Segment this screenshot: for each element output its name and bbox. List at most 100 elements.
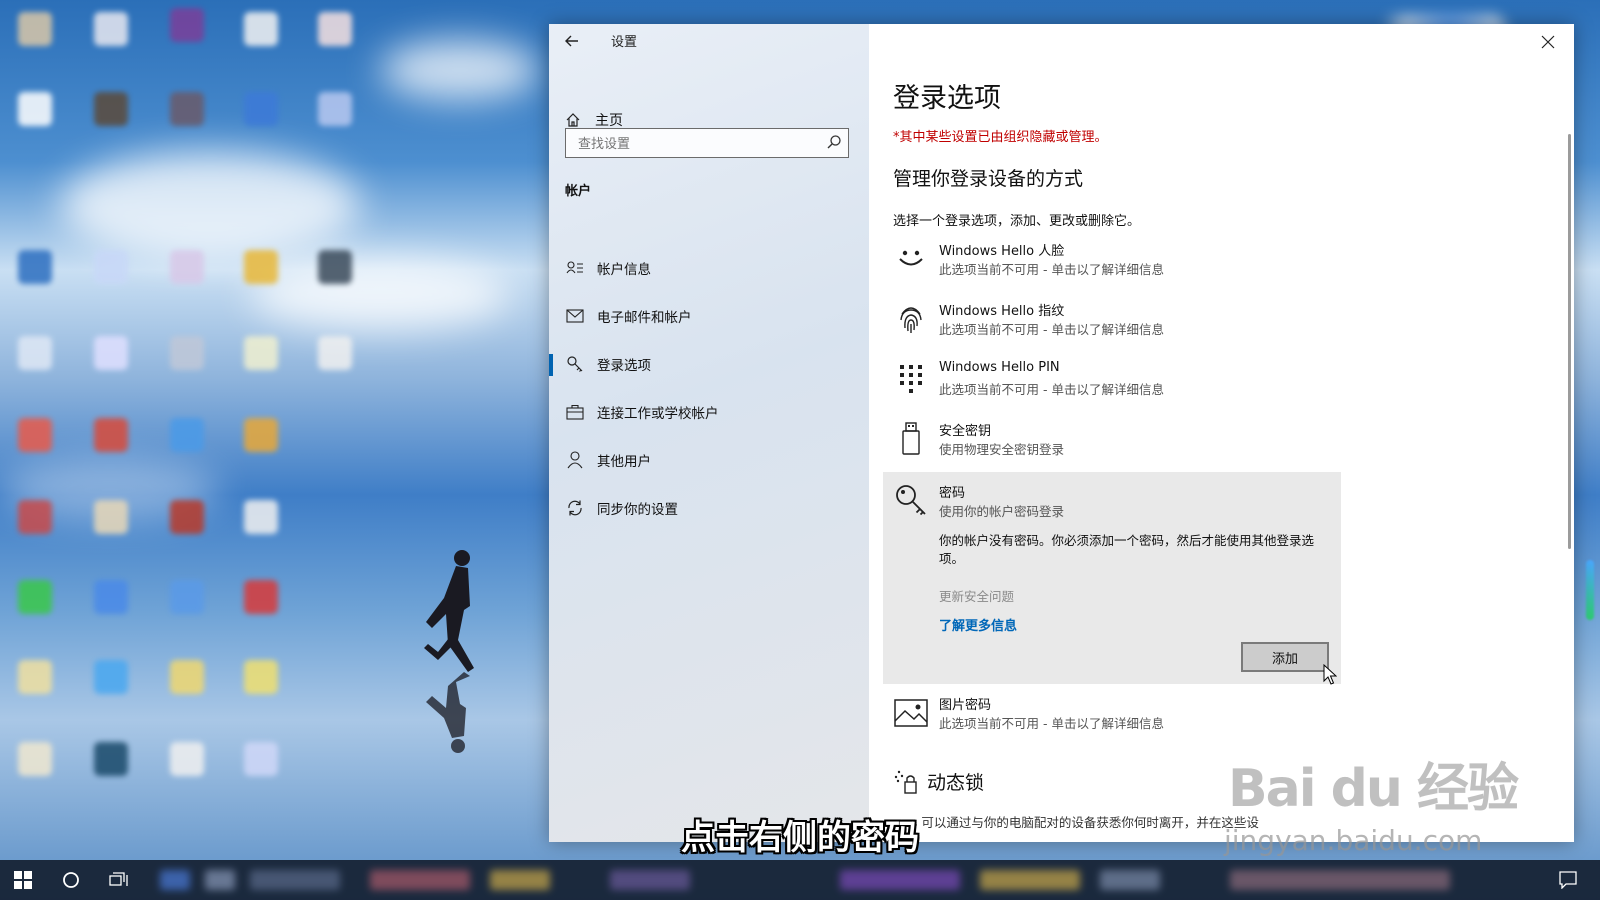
close-icon (1541, 35, 1555, 49)
sidebar-item-work-school[interactable]: 连接工作或学校帐户 (549, 392, 869, 432)
option-desc: 此选项当前不可用 - 单击以了解详细信息 (939, 262, 1164, 277)
desktop-shortcut-icon[interactable] (18, 742, 52, 776)
desktop-shortcut-icon[interactable] (94, 92, 128, 126)
signin-option-security-key[interactable]: 安全密钥 使用物理安全密钥登录 (893, 420, 1323, 466)
account-info-icon (565, 258, 585, 278)
desktop-shortcut-icon[interactable] (170, 500, 204, 534)
add-password-button[interactable]: 添加 (1241, 642, 1329, 672)
desktop-shortcut-icon[interactable] (244, 742, 278, 776)
desktop-shortcut-icon[interactable] (170, 8, 204, 42)
option-title: 安全密钥 (939, 424, 992, 439)
desktop-shortcut-icon[interactable] (94, 418, 128, 452)
desktop-shortcut-icon[interactable] (170, 92, 204, 126)
desktop-shortcut-icon[interactable] (170, 250, 204, 284)
taskbar (0, 860, 1600, 900)
sidebar-item-account-info[interactable]: 帐户信息 (549, 248, 869, 288)
system-tray[interactable] (1230, 870, 1450, 890)
taskbar-app-icon[interactable] (490, 870, 550, 890)
taskbar-app-icon[interactable] (1100, 870, 1160, 890)
sync-icon (565, 498, 585, 518)
desktop-shortcut-icon[interactable] (244, 92, 278, 126)
dynamic-lock-icon (894, 770, 917, 794)
desktop-shortcut-icon[interactable] (94, 12, 128, 46)
desktop-shortcut-icon[interactable] (318, 92, 352, 126)
sidebar-item-sign-in-options[interactable]: 登录选项 (549, 344, 869, 384)
page-title: 登录选项 (893, 83, 1001, 114)
desktop-shortcut-icon[interactable] (94, 250, 128, 284)
desktop-shortcut-icon[interactable] (18, 418, 52, 452)
background-cloud (380, 40, 540, 100)
signin-option-fingerprint[interactable]: Windows Hello 指纹 此选项当前不可用 - 单击以了解详细信息 (893, 300, 1323, 346)
search-input[interactable] (576, 133, 810, 155)
desktop-shortcut-icon[interactable] (18, 336, 52, 370)
task-view-button[interactable] (96, 860, 142, 900)
desktop-shortcut-icon[interactable] (170, 336, 204, 370)
desktop-shortcut-icon[interactable] (94, 580, 128, 614)
mail-icon (565, 306, 585, 326)
update-security-question-link[interactable]: 更新安全问题 (939, 586, 1014, 605)
desktop-shortcut-icon[interactable] (244, 12, 278, 46)
desktop-shortcut-icon[interactable] (18, 660, 52, 694)
content-scrollbar[interactable] (1568, 134, 1571, 549)
desktop-shortcut-icon[interactable] (94, 500, 128, 534)
desktop-shortcut-icon[interactable] (318, 250, 352, 284)
search-cortana-button[interactable] (48, 860, 94, 900)
desktop-shortcut-icon[interactable] (170, 580, 204, 614)
sidebar-item-label: 登录选项 (597, 358, 651, 374)
search-icon[interactable] (826, 134, 842, 150)
search-settings-box[interactable] (565, 128, 849, 158)
fingerprint-icon (893, 302, 929, 336)
watermark-url: jingyan.baidu.com (1224, 824, 1483, 857)
desktop-shortcut-icon[interactable] (244, 250, 278, 284)
sidebar-item-label: 帐户信息 (597, 262, 651, 278)
desktop-shortcut-icon[interactable] (94, 660, 128, 694)
signin-option-pin[interactable]: Windows Hello PIN 此选项当前不可用 - 单击以了解详细信息 (893, 360, 1323, 406)
taskbar-app-icon[interactable] (205, 870, 235, 890)
signin-option-picture-password[interactable]: 图片密码 此选项当前不可用 - 单击以了解详细信息 (893, 694, 1323, 740)
desktop-shortcut-icon[interactable] (18, 92, 52, 126)
taskbar-app-icon[interactable] (610, 870, 690, 890)
sidebar-item-sync-settings[interactable]: 同步你的设置 (549, 488, 869, 528)
desktop-shortcut-icon[interactable] (244, 336, 278, 370)
signin-option-password-expanded[interactable]: 密码 使用你的帐户密码登录 你的帐户没有密码。你必须添加一个密码，然后才能使用其… (883, 472, 1341, 685)
action-center-button[interactable] (1545, 860, 1591, 900)
taskbar-app-icon[interactable] (980, 870, 1080, 890)
window-title: 设置 (611, 35, 638, 50)
desktop-shortcut-icon[interactable] (244, 500, 278, 534)
desktop-shortcut-icon[interactable] (244, 660, 278, 694)
option-desc: 使用你的帐户密码登录 (939, 504, 1065, 519)
option-title: Windows Hello 指纹 (939, 304, 1065, 319)
taskbar-app-icon[interactable] (840, 870, 960, 890)
desktop-shortcut-icon[interactable] (170, 742, 204, 776)
taskbar-app-icon[interactable] (250, 870, 340, 890)
signin-option-face[interactable]: Windows Hello 人脸 此选项当前不可用 - 单击以了解详细信息 (893, 240, 1323, 286)
face-icon (893, 242, 929, 276)
taskbar-app-icon[interactable] (370, 870, 470, 890)
desktop-shortcut-icon[interactable] (18, 12, 52, 46)
desktop-shortcut-icon[interactable] (94, 742, 128, 776)
nav-section-label: 帐户 (565, 184, 592, 199)
desktop-shortcut-icon[interactable] (170, 660, 204, 694)
option-title: Windows Hello PIN (939, 360, 1060, 375)
title-bar: 设置 (549, 24, 869, 58)
desktop-shortcut-icon[interactable] (170, 418, 204, 452)
desktop-shortcut-icon[interactable] (244, 418, 278, 452)
desktop-shortcut-icon[interactable] (244, 580, 278, 614)
sidebar-item-other-users[interactable]: 其他用户 (549, 440, 869, 480)
desktop-shortcut-icon[interactable] (18, 580, 52, 614)
taskbar-app-icon[interactable] (160, 870, 190, 890)
desktop-shortcut-icon[interactable] (94, 336, 128, 370)
no-password-message: 你的帐户没有密码。你必须添加一个密码，然后才能使用其他登录选项。 (939, 533, 1315, 566)
back-button[interactable] (561, 30, 583, 52)
option-desc: 此选项当前不可用 - 单击以了解详细信息 (939, 716, 1164, 731)
start-button[interactable] (0, 860, 46, 900)
desktop-shortcut-icon[interactable] (18, 500, 52, 534)
desktop-shortcut-icon[interactable] (318, 12, 352, 46)
close-button[interactable] (1536, 30, 1560, 54)
sidebar-item-email-accounts[interactable]: 电子邮件和帐户 (549, 296, 869, 336)
desktop-shortcut-icon[interactable] (318, 336, 352, 370)
learn-more-link[interactable]: 了解更多信息 (939, 615, 1017, 634)
pin-keypad-icon (893, 362, 929, 396)
watermark-logo: Bai du 经验 (1228, 759, 1519, 819)
desktop-shortcut-icon[interactable] (18, 250, 52, 284)
